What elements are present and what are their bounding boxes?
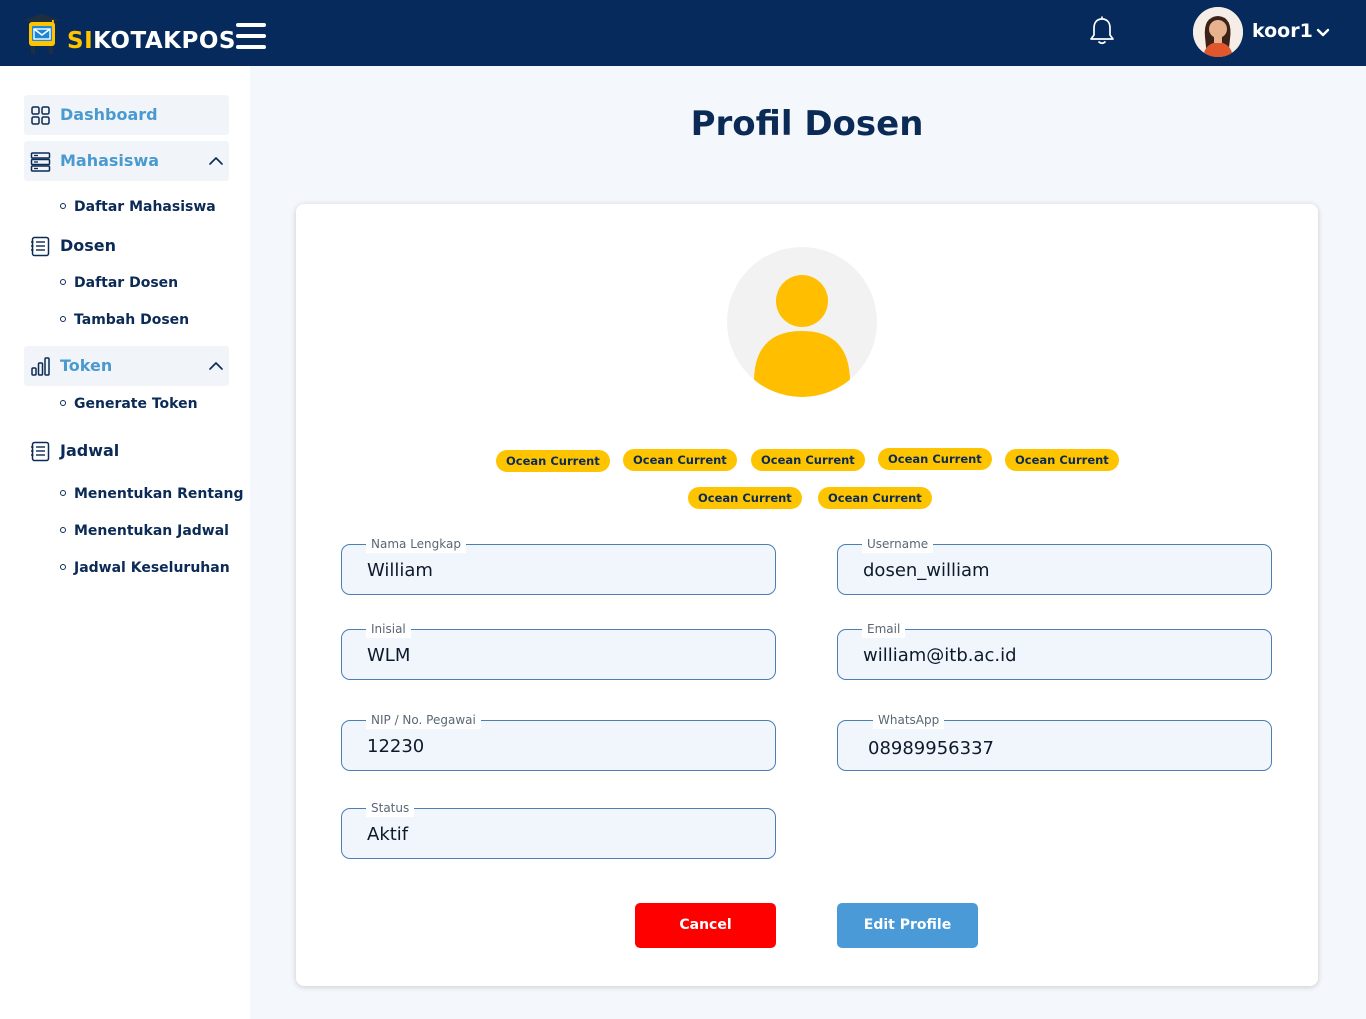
whatsapp-field[interactable]: WhatsApp 08989956337 bbox=[837, 711, 1272, 771]
field-value: WLM bbox=[367, 645, 411, 666]
username-field[interactable]: Username dosen_william bbox=[837, 535, 1272, 595]
sidebar-item-label: Jadwal bbox=[60, 441, 120, 460]
sidebar: Dashboard Mahasiswa Daftar Mahasiswa Dos… bbox=[0, 66, 250, 1019]
mailbox-logo-icon bbox=[24, 14, 60, 54]
sidebar-subitem-jadwal-keseluruhan[interactable]: Jadwal Keseluruhan bbox=[60, 560, 230, 576]
field-value: Aktif bbox=[367, 824, 409, 845]
field-label: Status bbox=[366, 799, 415, 817]
field-label: Email bbox=[862, 620, 906, 638]
sidebar-subitem-tambah-dosen[interactable]: Tambah Dosen bbox=[60, 312, 189, 328]
username-label[interactable]: koor1 bbox=[1252, 20, 1313, 42]
field-value: 12230 bbox=[367, 736, 425, 757]
sidebar-item-jadwal[interactable]: Jadwal bbox=[24, 431, 229, 471]
sidebar-subitem-generate-token[interactable]: Generate Token bbox=[60, 396, 198, 412]
field-value: 08989956337 bbox=[868, 738, 994, 759]
sidebar-item-label: Mahasiswa bbox=[60, 151, 160, 170]
field-label: Nama Lengkap bbox=[366, 535, 466, 553]
sidebar-subitem-menentukan-rentang[interactable]: Menentukan Rentang bbox=[60, 486, 243, 502]
chevron-up-icon[interactable] bbox=[208, 153, 224, 169]
field-label: Username bbox=[862, 535, 934, 553]
page-title: Profil Dosen bbox=[690, 104, 924, 144]
edit-profile-button[interactable]: Edit Profile bbox=[837, 903, 978, 948]
sidebar-subitem-daftar-dosen[interactable]: Daftar Dosen bbox=[60, 275, 178, 291]
sidebar-item-dosen[interactable]: Dosen bbox=[24, 226, 229, 266]
interest-tag: Ocean Current bbox=[1005, 449, 1119, 471]
field-value: dosen_william bbox=[863, 560, 990, 581]
brand-name: SIKOTAKPOS bbox=[67, 28, 236, 54]
interest-tag: Ocean Current bbox=[818, 487, 932, 509]
grid-icon bbox=[31, 106, 50, 125]
sidebar-item-token[interactable]: Token bbox=[24, 346, 229, 386]
list-document-icon bbox=[31, 236, 50, 257]
bar-chart-icon bbox=[31, 357, 50, 376]
field-value: William bbox=[367, 560, 433, 581]
user-silhouette-icon bbox=[754, 275, 850, 397]
status-field[interactable]: Status Aktif bbox=[341, 799, 776, 859]
interest-tag: Ocean Current bbox=[878, 448, 992, 470]
interest-tag: Ocean Current bbox=[623, 449, 737, 471]
sidebar-item-label: Dosen bbox=[60, 236, 117, 255]
sidebar-subitem-daftar-mahasiswa[interactable]: Daftar Mahasiswa bbox=[60, 199, 216, 215]
chevron-down-icon[interactable] bbox=[1315, 24, 1331, 40]
user-avatar[interactable] bbox=[1193, 7, 1243, 57]
top-bar: SIKOTAKPOS koor1 bbox=[0, 0, 1366, 66]
email-field[interactable]: Email william@itb.ac.id bbox=[837, 620, 1272, 680]
sidebar-item-dashboard[interactable]: Dashboard bbox=[24, 95, 229, 135]
field-label: NIP / No. Pegawai bbox=[366, 711, 481, 729]
menu-toggle-icon[interactable] bbox=[236, 23, 266, 51]
chevron-up-icon[interactable] bbox=[208, 358, 224, 374]
notification-bell-icon[interactable] bbox=[1088, 16, 1116, 46]
sidebar-item-mahasiswa[interactable]: Mahasiswa bbox=[24, 141, 229, 181]
nip-field[interactable]: NIP / No. Pegawai 12230 bbox=[341, 711, 776, 771]
interest-tag: Ocean Current bbox=[751, 449, 865, 471]
profile-photo[interactable] bbox=[727, 247, 877, 397]
field-value: william@itb.ac.id bbox=[863, 645, 1017, 666]
server-icon bbox=[30, 152, 51, 172]
sidebar-subitem-menentukan-jadwal[interactable]: Menentukan Jadwal bbox=[60, 523, 229, 539]
sidebar-item-label: Token bbox=[60, 356, 113, 375]
field-label: WhatsApp bbox=[873, 711, 945, 729]
nama-lengkap-field[interactable]: Nama Lengkap William bbox=[341, 535, 776, 595]
interest-tag: Ocean Current bbox=[688, 487, 802, 509]
interest-tag: Ocean Current bbox=[496, 450, 610, 472]
profile-card: Ocean Current Ocean Current Ocean Curren… bbox=[296, 204, 1318, 986]
list-document-icon bbox=[31, 441, 50, 462]
field-label: Inisial bbox=[366, 620, 411, 638]
sidebar-item-label: Dashboard bbox=[60, 105, 158, 124]
inisial-field[interactable]: Inisial WLM bbox=[341, 620, 776, 680]
cancel-button[interactable]: Cancel bbox=[635, 903, 776, 948]
